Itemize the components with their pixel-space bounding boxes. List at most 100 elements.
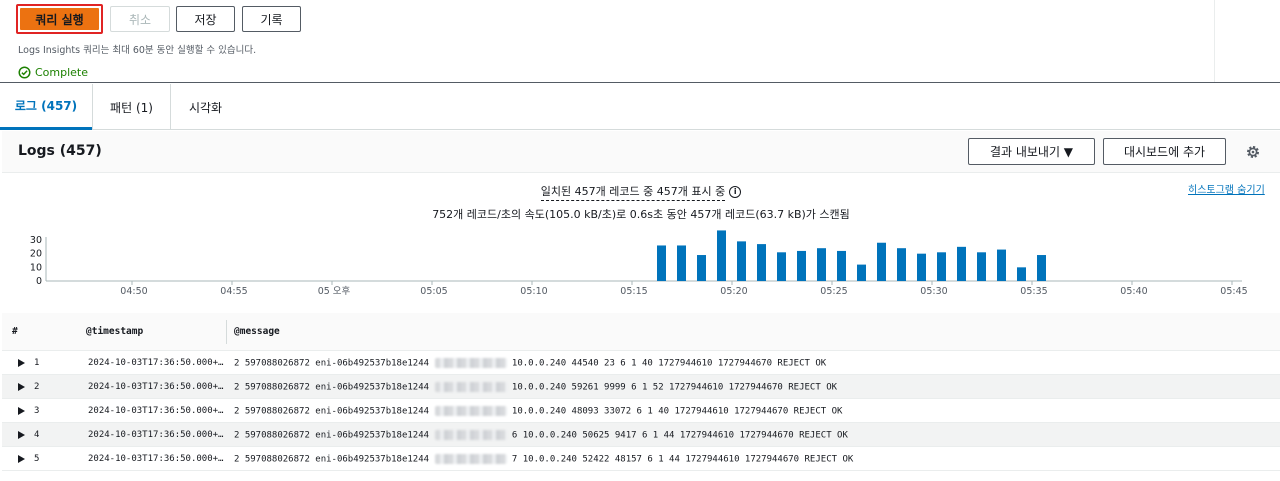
row-index: 5	[34, 454, 40, 464]
hide-histogram-link[interactable]: 히스토그램 숨기기	[1188, 181, 1265, 196]
table-row[interactable]: 1 2024-10-03T17:36:50.000+… 2 597088026872…	[2, 351, 1280, 375]
x-tick-label: 05:35	[1020, 286, 1047, 297]
gear-icon[interactable]	[1245, 144, 1261, 160]
histogram-bar[interactable]	[697, 255, 706, 281]
histogram-bar[interactable]	[657, 245, 666, 281]
histogram-bar[interactable]	[797, 250, 806, 281]
history-button[interactable]: 기록	[242, 6, 301, 32]
histogram-bar[interactable]	[1037, 255, 1046, 281]
histogram-bar[interactable]	[757, 244, 766, 281]
row-index: 4	[34, 430, 40, 440]
row-message: 2 597088026872 eni-06b492537b18e1244 10.…	[234, 358, 826, 369]
x-tick-label: 04:50	[120, 286, 147, 297]
row-timestamp: 2024-10-03T17:36:50.000+…	[88, 358, 224, 368]
col-header-message[interactable]: @message	[234, 326, 280, 337]
histogram-bar[interactable]	[857, 264, 866, 281]
histogram-bar[interactable]	[677, 245, 686, 281]
expand-row-icon[interactable]	[18, 431, 25, 439]
histogram-bar[interactable]	[737, 241, 746, 281]
expand-row-icon[interactable]	[18, 455, 25, 463]
x-tick-label: 05:30	[920, 286, 947, 297]
message-suffix: 10.0.0.240 59261 9999 6 1 52 1727944610 …	[511, 382, 838, 393]
row-message: 2 597088026872 eni-06b492537b18e1244 10.…	[234, 406, 842, 417]
panel-divider	[1214, 0, 1215, 82]
query-status: Complete	[18, 66, 88, 79]
info-icon[interactable]: i	[729, 186, 742, 198]
message-suffix: 10.0.0.240 48093 33072 6 1 40 1727944610…	[511, 406, 843, 417]
y-tick-label: 30	[30, 235, 42, 246]
row-timestamp: 2024-10-03T17:36:50.000+…	[88, 406, 224, 416]
save-button[interactable]: 저장	[176, 6, 235, 32]
col-header-index: #	[12, 326, 18, 337]
table-header: # @timestamp @message	[2, 313, 1280, 351]
table-row[interactable]: 3 2024-10-03T17:36:50.000+… 2 597088026872…	[2, 399, 1280, 423]
expand-row-icon[interactable]	[18, 383, 25, 391]
status-text: Complete	[35, 66, 89, 79]
row-index: 2	[34, 382, 40, 392]
table-row[interactable]: 2 2024-10-03T17:36:50.000+… 2 597088026872…	[2, 375, 1280, 399]
logs-title: Logs (457)	[18, 143, 102, 159]
histogram-bar[interactable]	[997, 249, 1006, 281]
row-timestamp: 2024-10-03T17:36:50.000+…	[88, 382, 224, 392]
y-tick-label: 10	[30, 262, 42, 273]
row-timestamp: 2024-10-03T17:36:50.000+…	[88, 430, 224, 440]
row-timestamp: 2024-10-03T17:36:50.000+…	[88, 454, 224, 464]
tab-visualization[interactable]: 시각화	[170, 84, 240, 130]
result-tabs: 로그 (457) 패턴 (1) 시각화	[0, 84, 1280, 130]
histogram-bar[interactable]	[877, 242, 886, 281]
row-index: 3	[34, 406, 40, 416]
logs-header: Logs (457) 결과 내보내기 ▼ 대시보드에 추가	[2, 131, 1280, 173]
message-prefix: 2 597088026872 eni-06b492537b18e1244	[234, 430, 430, 441]
expand-row-icon[interactable]	[18, 407, 25, 415]
histogram-bar[interactable]	[957, 246, 966, 281]
redacted-ip	[434, 406, 507, 416]
message-suffix: 7 10.0.0.240 52422 48157 6 1 44 17279446…	[511, 454, 854, 465]
check-circle-icon	[18, 66, 31, 79]
cancel-button[interactable]: 취소	[110, 6, 170, 32]
y-tick-label: 0	[36, 276, 42, 287]
message-suffix: 10.0.0.240 44540 23 6 1 40 1727944610 17…	[511, 358, 827, 369]
expand-row-icon[interactable]	[18, 359, 25, 367]
column-resizer[interactable]	[226, 320, 227, 344]
histogram-bar[interactable]	[1017, 267, 1026, 281]
tab-patterns[interactable]: 패턴 (1)	[92, 84, 170, 130]
y-tick-label: 20	[30, 249, 42, 260]
histogram-bar[interactable]	[937, 252, 946, 281]
x-tick-label: 05:45	[1220, 286, 1247, 297]
query-toolbar: 쿼리 실행 취소 저장 기록 Logs Insights 쿼리는 최대 60분 …	[0, 0, 1280, 83]
row-message: 2 597088026872 eni-06b492537b18e1244 7 1…	[234, 454, 853, 465]
x-tick-label: 05:25	[820, 286, 847, 297]
redacted-ip	[434, 382, 507, 392]
x-tick-label: 05:15	[620, 286, 647, 297]
x-tick-label: 05:40	[1120, 286, 1147, 297]
tab-logs[interactable]: 로그 (457)	[0, 84, 92, 130]
table-row[interactable]: 4 2024-10-03T17:36:50.000+… 2 597088026872…	[2, 423, 1280, 447]
histogram-bar[interactable]	[817, 248, 826, 281]
scan-summary: 752개 레코드/초의 속도(105.0 kB/초)로 0.6s초 동안 457…	[432, 208, 850, 221]
redacted-ip	[434, 358, 507, 368]
x-tick-label: 05 오후	[318, 286, 351, 297]
log-events-table: # @timestamp @message 1 2024-10-03T17:36:…	[2, 313, 1280, 471]
x-tick-label: 05:20	[720, 286, 747, 297]
histogram-bar[interactable]	[777, 252, 786, 281]
x-tick-label: 04:55	[220, 286, 247, 297]
message-prefix: 2 597088026872 eni-06b492537b18e1244	[234, 454, 430, 465]
histogram-bar[interactable]	[717, 230, 726, 281]
message-prefix: 2 597088026872 eni-06b492537b18e1244	[234, 382, 430, 393]
message-prefix: 2 597088026872 eni-06b492537b18e1244	[234, 406, 430, 417]
export-results-button[interactable]: 결과 내보내기 ▼	[968, 138, 1095, 165]
logs-panel: Logs (457) 결과 내보내기 ▼ 대시보드에 추가 일치된 457개 레…	[2, 131, 1280, 481]
table-row[interactable]: 5 2024-10-03T17:36:50.000+… 2 597088026872…	[2, 447, 1280, 471]
histogram-bar[interactable]	[977, 252, 986, 281]
add-to-dashboard-button[interactable]: 대시보드에 추가	[1103, 138, 1226, 165]
redacted-ip	[434, 454, 507, 464]
x-tick-label: 05:05	[420, 286, 447, 297]
records-matched-text: 일치된 457개 레코드 중 457개 표시 중	[540, 185, 726, 201]
run-query-button[interactable]: 쿼리 실행	[16, 4, 103, 34]
col-header-timestamp[interactable]: @timestamp	[86, 326, 143, 337]
histogram-bar[interactable]	[917, 253, 926, 281]
run-query-label: 쿼리 실행	[20, 8, 99, 30]
histogram-bar[interactable]	[897, 248, 906, 281]
histogram-bar[interactable]	[837, 250, 846, 281]
x-tick-label: 05:10	[520, 286, 547, 297]
